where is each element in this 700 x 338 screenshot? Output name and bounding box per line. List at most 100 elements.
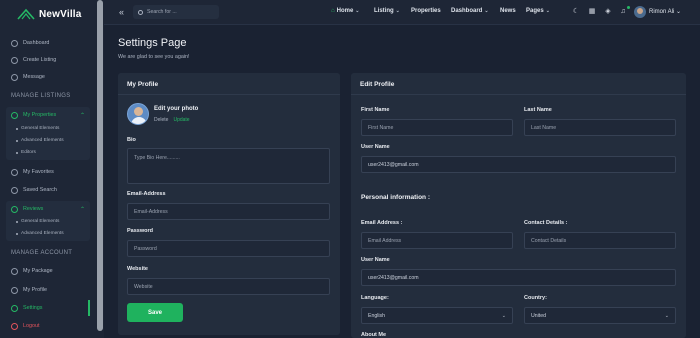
menu-news[interactable]: News [500, 8, 516, 14]
sidebar-item-settings[interactable]: Settings [11, 303, 42, 313]
email-field[interactable] [127, 203, 330, 220]
search-box[interactable] [133, 5, 219, 19]
menu-label: Properties [411, 8, 441, 14]
sidebar-group-reviews: Reviews ⌃ General Elements Advanced Elem… [6, 201, 90, 241]
gear-icon [11, 304, 18, 312]
sidebar-item-profile[interactable]: My Profile [11, 285, 47, 295]
username2-field[interactable] [361, 269, 676, 286]
bio-field[interactable] [127, 148, 330, 184]
contact-field[interactable] [524, 232, 676, 249]
contact-label: Contact Details : [524, 220, 568, 226]
chevron-down-icon: ⌄ [484, 8, 489, 14]
menu-label: News [500, 8, 516, 14]
sidebar-item-label: Logout [23, 323, 40, 329]
language-value: English [368, 312, 386, 319]
menu-label: Home [336, 8, 354, 14]
card-title: Edit Profile [360, 81, 395, 88]
menu-properties[interactable]: Properties [411, 8, 441, 14]
photo-actions: Delete Update [154, 117, 190, 123]
sidebar-scrollbar[interactable] [97, 0, 103, 331]
username2-label: User Name [361, 257, 390, 263]
brand-logo[interactable]: NewVilla [17, 7, 82, 21]
about-label: About Me [361, 332, 387, 338]
sidebar-item-label: My Package [23, 268, 53, 274]
sidebar: NewVilla Dashboard Create Listing Messag… [0, 0, 104, 338]
sidebar-item-package[interactable]: My Package [11, 266, 53, 276]
sidebar-subitem-general[interactable]: General Elements [16, 126, 59, 131]
username-field[interactable] [361, 156, 676, 173]
topbar: « ⌂ Home ⌄ Listing ⌄ Properties Dashboar… [104, 0, 700, 25]
moon-icon[interactable]: ☾ [572, 8, 580, 16]
sidebar-item-dashboard[interactable]: Dashboard [11, 38, 49, 48]
first-name-field[interactable] [361, 119, 513, 136]
chevron-down-icon: ⌄ [501, 313, 506, 319]
collapse-sidebar-icon[interactable]: « [119, 7, 124, 17]
section-manage-account: MANAGE ACCOUNT [11, 250, 73, 256]
section-manage-listings: MANAGE LISTINGS [11, 93, 71, 99]
sidebar-item-label: Reviews [23, 206, 44, 212]
sidebar-item-label: Dashboard [23, 40, 50, 46]
save-button[interactable]: Save [127, 303, 183, 322]
last-name-field[interactable] [524, 119, 676, 136]
brand-name: NewVilla [39, 8, 82, 20]
chevron-down-icon: ⌄ [395, 8, 400, 14]
country-select[interactable]: United ⌄ [524, 307, 676, 324]
chevron-down-icon: ⌄ [355, 8, 360, 14]
website-field[interactable] [127, 278, 330, 295]
sidebar-subitem-advanced[interactable]: Advanced Elements [16, 138, 64, 143]
language-select[interactable]: English ⌄ [361, 307, 513, 324]
email-address-label: Email Address : [361, 220, 403, 226]
country-value: United [531, 312, 546, 319]
page-subtitle: We are glad to see you again! [118, 54, 190, 60]
chevron-up-icon: ⌃ [79, 112, 85, 119]
bell-icon[interactable]: ♫ [619, 8, 627, 16]
language-label: Language: [361, 295, 389, 301]
sidebar-item-saved-search[interactable]: Saved Search [11, 185, 57, 195]
translate-icon[interactable]: ◈ [604, 8, 612, 16]
menu-label: Pages [526, 8, 544, 14]
personal-info-heading: Personal information : [361, 194, 430, 201]
logo-icon [17, 8, 35, 20]
edit-profile-card: Edit Profile First Name Last Name User N… [351, 73, 686, 338]
bio-label: Bio [127, 137, 136, 143]
sidebar-subitem-advanced[interactable]: Advanced Elements [16, 231, 64, 236]
user-icon [11, 286, 18, 294]
search-input[interactable] [147, 9, 217, 15]
password-label: Password [127, 228, 153, 234]
chevron-down-icon: ⌄ [664, 313, 669, 319]
country-label: Country: [524, 295, 547, 301]
menu-dashboard[interactable]: Dashboard ⌄ [451, 8, 489, 14]
menu-listing[interactable]: Listing ⌄ [374, 8, 400, 14]
card-title: My Profile [127, 81, 159, 88]
grid-icon[interactable]: ▦ [588, 8, 596, 16]
sidebar-item-my-properties[interactable]: My Properties ⌃ [11, 110, 85, 120]
sidebar-item-label: Saved Search [23, 187, 57, 193]
menu-home[interactable]: ⌂ Home ⌄ [331, 8, 360, 14]
sidebar-item-label: My Properties [23, 112, 57, 118]
email-label: Email-Address [127, 191, 166, 197]
package-icon [11, 267, 18, 275]
sidebar-item-create-listing[interactable]: Create Listing [11, 55, 56, 65]
delete-photo-link[interactable]: Delete [154, 117, 168, 123]
my-profile-card: My Profile Edit your photo Delete Update… [118, 73, 340, 335]
sidebar-item-label: My Favorites [23, 169, 54, 175]
search-icon [11, 186, 18, 194]
website-label: Website [127, 266, 148, 272]
user-menu[interactable]: Rimon Ali ⌄ [649, 8, 681, 15]
sidebar-item-logout[interactable]: Logout [11, 321, 40, 331]
sidebar-item-favorites[interactable]: My Favorites [11, 167, 54, 177]
sidebar-subitem-general[interactable]: General Elements [16, 219, 59, 224]
sidebar-group-properties: My Properties ⌃ General Elements Advance… [6, 107, 90, 160]
sidebar-item-message[interactable]: Message [11, 72, 45, 82]
avatar[interactable] [634, 6, 646, 18]
plus-circle-icon [11, 56, 18, 64]
card-header: My Profile [118, 73, 340, 95]
sidebar-subitem-editors[interactable]: Editors [16, 150, 36, 155]
sidebar-item-reviews[interactable]: Reviews ⌃ [11, 204, 85, 214]
home-icon [11, 111, 18, 119]
email-address-field[interactable] [361, 232, 513, 249]
password-field[interactable] [127, 240, 330, 257]
menu-label: Dashboard [451, 8, 483, 14]
menu-pages[interactable]: Pages ⌄ [526, 8, 550, 14]
update-photo-link[interactable]: Update [173, 117, 189, 123]
